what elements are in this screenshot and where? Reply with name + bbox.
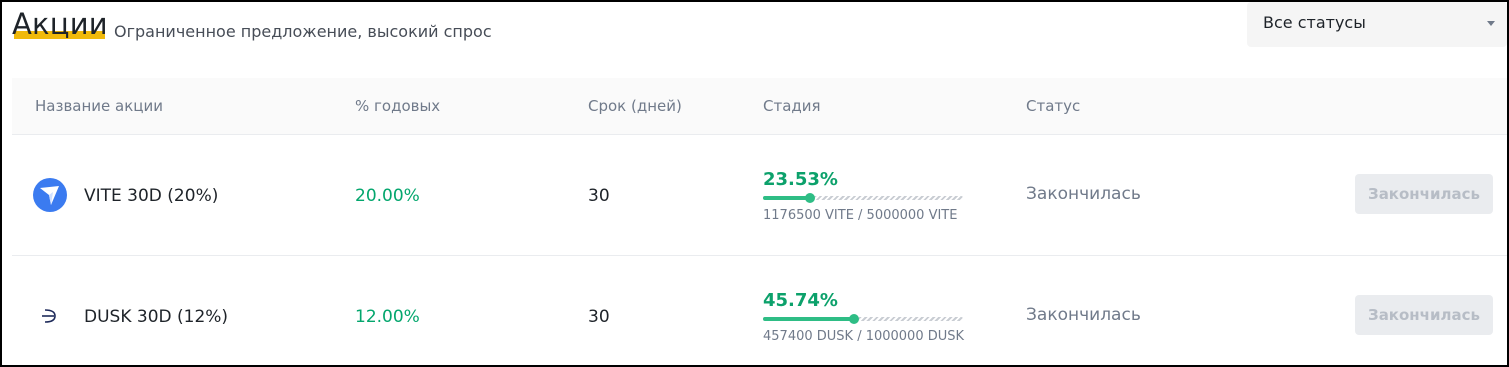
stage-amounts: 1176500 VITE / 5000000 VITE [763,208,958,223]
status-filter-select[interactable]: Все статусы [1247,2,1507,47]
progress-bar [763,314,963,324]
progress-fill [763,196,811,200]
page-title: Акции [12,7,108,41]
progress-fill [763,317,855,321]
status-filter-value: Все статусы [1263,13,1366,32]
column-header-status: Статус [1026,97,1081,115]
promotions-panel: Акции Ограниченное предложение, высокий … [0,0,1509,367]
chevron-down-icon [1487,21,1495,26]
column-header-term: Срок (дней) [588,97,682,115]
column-header-name: Название акции [35,97,163,115]
ended-button[interactable]: Закончилась [1355,174,1493,214]
dusk-icon [32,298,68,334]
table-row: VITE 30D (20%) 20.00% 30 23.53% 1176500 … [12,135,1507,256]
status-text: Закончилась [1026,184,1141,204]
stage-amounts: 457400 DUSK / 1000000 DUSK [763,329,965,344]
table-row: DUSK 30D (12%) 12.00% 30 45.74% 457400 D… [12,256,1507,365]
status-text: Закончилась [1026,305,1141,325]
progress-knob [849,314,860,324]
column-header-stage: Стадия [763,97,821,115]
stage-percent: 23.53% [763,169,838,190]
apy-value: 20.00% [355,186,420,206]
progress-bar [763,193,963,203]
column-header-apy: % годовых [355,97,441,115]
apy-value: 12.00% [355,307,420,327]
term-value: 30 [588,186,610,206]
page-subtitle: Ограниченное предложение, высокий спрос [114,22,492,41]
stage-percent: 45.74% [763,290,838,311]
coin-name: VITE 30D (20%) [84,186,219,206]
progress-knob [805,193,816,203]
table-header: Название акции % годовых Срок (дней) Ста… [12,78,1507,135]
coin-name: DUSK 30D (12%) [84,307,229,327]
ended-button[interactable]: Закончилась [1355,295,1493,335]
term-value: 30 [588,307,610,327]
vite-icon [32,177,68,213]
